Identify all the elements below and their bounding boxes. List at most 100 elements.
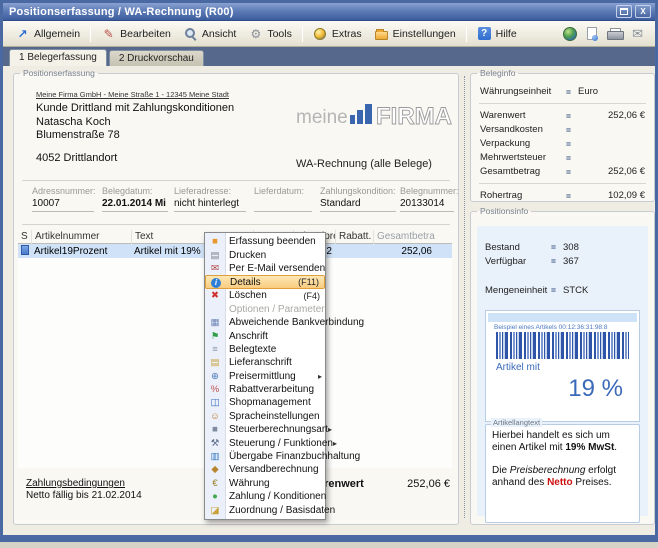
menu-item-steuerberechnungsart[interactable]: ■Steuerberechnungsart▸: [205, 423, 325, 436]
menu-label: Bearbeiten: [120, 28, 171, 40]
shortcut-label: (F11): [298, 277, 319, 287]
logo-word2: FIRMA: [376, 103, 452, 130]
menu-item-belegtexte[interactable]: ≡Belegtexte: [205, 343, 325, 356]
menu-item-loeschen[interactable]: ✖Löschen(F4): [205, 289, 325, 302]
separator: [479, 183, 646, 184]
close-button[interactable]: X: [635, 5, 651, 18]
menu-label: Tools: [267, 28, 292, 40]
menu-item-abweichende-bankverbindung[interactable]: ▦Abweichende Bankverbindung: [205, 316, 325, 329]
panel-splitter[interactable]: [464, 76, 465, 518]
equals-icon: =: [566, 125, 578, 135]
menubar: ↗Allgemein ✎Bearbeiten Ansicht ⚙Tools Ex…: [3, 21, 655, 47]
mail-icon[interactable]: ✉: [632, 26, 643, 42]
restore-button[interactable]: [616, 5, 632, 18]
tabstrip: 1 Belegerfassung 2 Druckvorschau: [3, 47, 655, 66]
equals-icon: =: [566, 167, 578, 177]
globe-icon[interactable]: [563, 27, 577, 41]
menu-item-steuerung-funktionen[interactable]: ⚒Steuerung / Funktionen▸: [205, 436, 325, 449]
menu-item-erfassung-beenden[interactable]: ■Erfassung beenden: [205, 235, 325, 248]
shortcut-label: (F4): [304, 291, 321, 301]
allgemein-icon: ↗: [15, 27, 30, 41]
address-line: Kunde Drittland mit Zahlungskonditionen: [36, 102, 234, 116]
erfassung-beenden-icon: ■: [205, 235, 225, 248]
submenu-arrow-icon: ▸: [328, 425, 332, 434]
menu-bearbeiten[interactable]: ✎Bearbeiten: [95, 25, 177, 43]
beleginfo-row-versandkosten: Versandkosten=: [471, 123, 654, 136]
menu-tools[interactable]: ⚙Tools: [242, 25, 298, 43]
address-line: Blumenstraße 78: [36, 129, 234, 143]
menu-item-preisermittlung[interactable]: ⊕Preisermittlung▸: [205, 370, 325, 383]
field-value[interactable]: 22.01.2014 Mi: [102, 198, 168, 212]
positionsinfo-inset: Bestand=308 Verfügbar=367 Mengeneinheit=…: [477, 226, 648, 516]
document-icon[interactable]: [587, 27, 597, 40]
menu-allgemein[interactable]: ↗Allgemein: [9, 25, 86, 43]
field-value[interactable]: 20133014: [400, 198, 454, 212]
tab-belegerfassung[interactable]: 1 Belegerfassung: [9, 49, 107, 66]
separator: [22, 180, 450, 181]
menu-item-shopmanagement[interactable]: ◫Shopmanagement: [205, 396, 325, 409]
col-header-gesamtbetrag[interactable]: Gesamtbetrag: [373, 230, 435, 244]
ledger-book-icon: ▥: [205, 450, 225, 463]
hilfe-icon: ?: [478, 27, 491, 40]
percent-icon: %: [205, 383, 225, 396]
printer-icon[interactable]: [607, 28, 622, 40]
barcode-icon: [496, 332, 629, 359]
stat-bestand: Bestand=308: [477, 240, 648, 254]
address-line: Natascha Koch: [36, 116, 234, 130]
basedata-folder-icon: ◪: [205, 504, 225, 517]
artikellangtext-box[interactable]: Hierbei handelt es sich um einen Artikel…: [485, 424, 640, 523]
field-value[interactable]: nicht hinterlegt: [174, 198, 246, 212]
article-image: Beispiel eines Artikels 00:12:36:31:98:8…: [485, 310, 640, 422]
menu-item-rabattverarbeitung[interactable]: %Rabattverarbeitung: [205, 383, 325, 396]
equals-icon: =: [566, 153, 578, 163]
company-logo: meine FIRMA: [296, 98, 456, 132]
equals-icon: =: [566, 111, 578, 121]
positionsinfo-legend: Positionsinfo: [477, 206, 531, 216]
delete-x-icon: ✖: [205, 289, 225, 302]
field-value[interactable]: 10007: [32, 198, 94, 212]
article-image-header: [488, 313, 637, 322]
stat-value: STCK: [563, 285, 588, 296]
field-value[interactable]: [254, 198, 312, 212]
menu-hilfe[interactable]: ?Hilfe: [471, 25, 523, 43]
menu-item-zahlung-konditionen[interactable]: ●Zahlung / Konditionen: [205, 490, 325, 503]
menu-item-per-email-versenden[interactable]: ✉Per E-Mail versenden: [205, 262, 325, 275]
menu-item-zuordnung-basisdaten[interactable]: ◪Zuordnung / Basisdaten: [205, 503, 325, 516]
beleginfo-row-gesamtbetrag: Gesamtbetrag=252,06 €: [471, 165, 654, 178]
menu-item-versandberechnung[interactable]: ◆Versandberechnung: [205, 463, 325, 476]
tab-druckvorschau[interactable]: 2 Druckvorschau: [109, 50, 204, 66]
col-header-rabatt[interactable]: Rabatt. %: [335, 230, 373, 244]
col-header-artikelnummer[interactable]: Artikelnummer: [31, 230, 131, 244]
separator: [22, 224, 450, 225]
menu-item-lieferanschrift[interactable]: ▤Lieferanschrift: [205, 356, 325, 369]
titlebar: Positionserfassung / WA-Rechnung (R00) X: [3, 3, 655, 21]
equals-icon: =: [551, 285, 563, 295]
menu-item-anschrift[interactable]: ⚑Anschrift: [205, 329, 325, 342]
document-type: WA-Rechnung (alle Belege): [266, 158, 462, 170]
equals-icon: =: [566, 191, 578, 201]
menu-extras[interactable]: Extras: [307, 25, 368, 43]
field-belegnummer: Belegnummer: 20133014: [400, 186, 454, 212]
positionserfassung-legend: Positionserfassung: [20, 68, 98, 78]
menu-einstellungen[interactable]: Einstellungen: [368, 25, 462, 43]
email-icon: ✉: [205, 262, 225, 275]
menu-item-optionen-parameter: Optionen / Parameter: [205, 303, 325, 316]
menubar-separator: [466, 26, 467, 42]
menu-item-waehrung[interactable]: €Währung: [205, 477, 325, 490]
field-lieferdatum: Lieferdatum:: [254, 186, 312, 212]
field-value[interactable]: Standard: [320, 198, 396, 212]
beleginfo-row-waehrungseinheit: Währungseinheit=Euro: [471, 85, 654, 98]
zahlungsbedingungen-link[interactable]: Zahlungsbedingungen: [26, 478, 142, 489]
context-menu: ■Erfassung beenden ▤Drucken ✉Per E-Mail …: [204, 232, 326, 520]
menu-item-details[interactable]: iDetails(F11): [205, 275, 325, 289]
col-header-s[interactable]: S: [18, 230, 31, 244]
drucken-printer-icon: ▤: [205, 249, 225, 262]
beleginfo-row-rohertrag: Rohertrag=102,09 €: [471, 189, 654, 202]
menu-item-uebergabe-finanzbuchhaltung[interactable]: ▥Übergabe Finanzbuchhaltung: [205, 450, 325, 463]
positionsinfo-panel: Positionsinfo Bestand=308 Verfügbar=367 …: [470, 206, 655, 525]
menu-ansicht[interactable]: Ansicht: [177, 25, 242, 43]
tax-cube-icon: ■: [205, 423, 225, 436]
field-label: Lieferadresse:: [174, 186, 246, 196]
menu-item-spracheinstellungen[interactable]: ☺Spracheinstellungen: [205, 410, 325, 423]
menu-item-drucken[interactable]: ▤Drucken: [205, 248, 325, 261]
